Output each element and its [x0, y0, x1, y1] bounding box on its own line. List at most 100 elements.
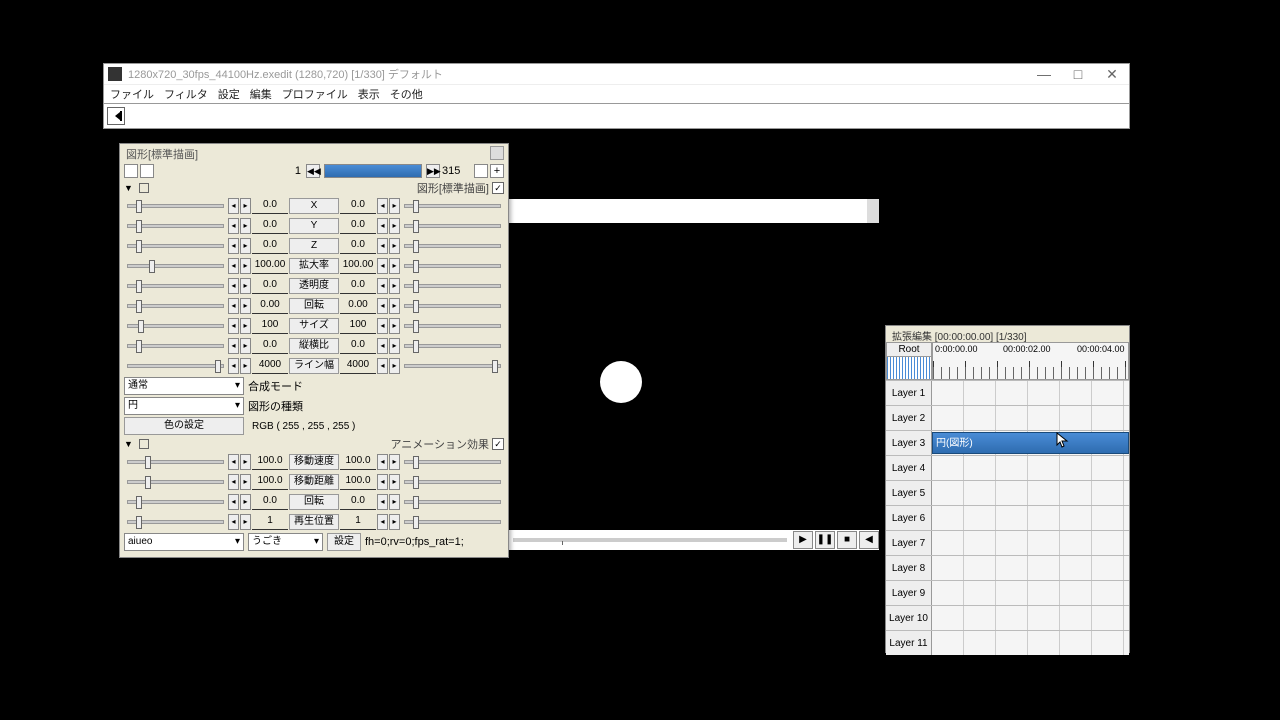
pause-button[interactable]: ❚❚	[815, 531, 835, 549]
step-up-button[interactable]: ▸	[389, 218, 400, 234]
step-down-button[interactable]: ◂	[228, 258, 239, 274]
param-label[interactable]: Z	[289, 238, 339, 254]
step-up-button[interactable]: ▸	[389, 238, 400, 254]
layer-track[interactable]	[932, 506, 1129, 530]
timeline-clip[interactable]: 円(図形)	[932, 432, 1129, 454]
step-up-button[interactable]: ▸	[240, 298, 251, 314]
value-right[interactable]: 0.0	[340, 278, 376, 294]
play-button[interactable]: ▶	[793, 531, 813, 549]
menu-settings[interactable]: 設定	[218, 86, 240, 102]
step-up-button[interactable]: ▸	[240, 198, 251, 214]
layer-name[interactable]: Layer 1	[886, 381, 932, 405]
step-up-button[interactable]: ▸	[389, 298, 400, 314]
resize-handle[interactable]	[867, 199, 879, 223]
value-left[interactable]: 0.0	[252, 494, 288, 510]
step-down-button[interactable]: ◂	[228, 238, 239, 254]
value-right[interactable]: 0.00	[340, 298, 376, 314]
script-dropdown-2[interactable]: うごき	[248, 533, 323, 551]
param-label[interactable]: Y	[289, 218, 339, 234]
param-label[interactable]: 拡大率	[289, 258, 339, 274]
step-down-button[interactable]: ◂	[228, 338, 239, 354]
value-left[interactable]: 0.0	[252, 238, 288, 254]
layer-track[interactable]	[932, 631, 1129, 655]
blend-mode-dropdown[interactable]: 通常	[124, 377, 244, 395]
step-down-button[interactable]: ◂	[377, 298, 388, 314]
icon-a[interactable]	[124, 164, 138, 178]
step-down-button[interactable]: ◂	[377, 258, 388, 274]
slider-right[interactable]	[404, 224, 501, 228]
slider-right[interactable]	[404, 264, 501, 268]
layer-name[interactable]: Layer 3	[886, 431, 932, 455]
layer-name[interactable]: Layer 11	[886, 631, 932, 655]
step-down-button[interactable]: ◂	[228, 358, 239, 374]
layer-name[interactable]: Layer 4	[886, 456, 932, 480]
value-left[interactable]: 0.0	[252, 198, 288, 214]
layer-track[interactable]	[932, 556, 1129, 580]
menu-edit[interactable]: 編集	[250, 86, 272, 102]
step-down-button[interactable]: ◂	[228, 454, 239, 470]
value-left[interactable]: 100	[252, 318, 288, 334]
slider-right[interactable]	[404, 204, 501, 208]
menu-file[interactable]: ファイル	[110, 86, 154, 102]
value-left[interactable]: 0.0	[252, 218, 288, 234]
prev-frame-button[interactable]: ◀◀	[306, 164, 320, 178]
param-label[interactable]: 移動速度	[289, 454, 339, 470]
value-left[interactable]: 0.0	[252, 278, 288, 294]
slider-left[interactable]	[127, 284, 224, 288]
next-frame-button[interactable]: ▶▶	[426, 164, 440, 178]
step-down-button[interactable]: ◂	[228, 318, 239, 334]
minimize-button[interactable]: —	[1027, 64, 1061, 84]
panel-close-button[interactable]	[490, 146, 504, 160]
slider-left[interactable]	[127, 304, 224, 308]
step-up-button[interactable]: ▸	[240, 358, 251, 374]
step-down-button[interactable]: ◂	[377, 474, 388, 490]
value-right[interactable]: 0.0	[340, 218, 376, 234]
slider-right[interactable]	[404, 344, 501, 348]
shape-type-dropdown[interactable]: 円	[124, 397, 244, 415]
step-up-button[interactable]: ▸	[240, 218, 251, 234]
close-button[interactable]: ✕	[1095, 64, 1129, 84]
slider-right[interactable]	[404, 304, 501, 308]
step-up-button[interactable]: ▸	[240, 338, 251, 354]
value-left[interactable]: 0.0	[252, 338, 288, 354]
step-up-button[interactable]: ▸	[389, 358, 400, 374]
lock-icon[interactable]	[139, 183, 149, 193]
layer-track[interactable]	[932, 606, 1129, 630]
slider-left[interactable]	[127, 364, 224, 368]
step-up-button[interactable]: ▸	[240, 474, 251, 490]
value-left[interactable]: 1	[252, 514, 288, 530]
step-up-button[interactable]: ▸	[389, 198, 400, 214]
slider-right[interactable]	[404, 480, 501, 484]
slider-right[interactable]	[404, 324, 501, 328]
maximize-button[interactable]: □	[1061, 64, 1095, 84]
playback-track[interactable]	[513, 538, 787, 542]
slider-right[interactable]	[404, 244, 501, 248]
menu-filter[interactable]: フィルタ	[164, 86, 208, 102]
step-up-button[interactable]: ▸	[240, 514, 251, 530]
step-down-button[interactable]: ◂	[377, 358, 388, 374]
value-right[interactable]: 100	[340, 318, 376, 334]
step-down-button[interactable]: ◂	[228, 494, 239, 510]
slider-left[interactable]	[127, 480, 224, 484]
step-up-button[interactable]: ▸	[240, 318, 251, 334]
frame-progress[interactable]	[324, 164, 422, 178]
slider-left[interactable]	[127, 500, 224, 504]
step-down-button[interactable]: ◂	[377, 494, 388, 510]
step-up-button[interactable]: ▸	[389, 338, 400, 354]
step-up-button[interactable]: ▸	[240, 454, 251, 470]
step-down-button[interactable]: ◂	[377, 198, 388, 214]
step-down-button[interactable]: ◂	[377, 338, 388, 354]
timeline-title[interactable]: 拡張編集 [00:00:00.00] [1/330]	[886, 326, 1129, 342]
menu-profile[interactable]: プロファイル	[282, 86, 348, 102]
script-dropdown-1[interactable]: aiueo	[124, 533, 244, 551]
layer-track[interactable]	[932, 406, 1129, 430]
section-shape-header[interactable]: ▼ 図形[標準描画] ✓	[120, 180, 508, 196]
layer-name[interactable]: Layer 10	[886, 606, 932, 630]
layer-name[interactable]: Layer 8	[886, 556, 932, 580]
icon-b[interactable]	[140, 164, 154, 178]
back-icon[interactable]	[107, 107, 125, 125]
step-up-button[interactable]: ▸	[389, 474, 400, 490]
param-label[interactable]: 回転	[289, 298, 339, 314]
value-left[interactable]: 100.0	[252, 454, 288, 470]
value-right[interactable]: 0.0	[340, 198, 376, 214]
